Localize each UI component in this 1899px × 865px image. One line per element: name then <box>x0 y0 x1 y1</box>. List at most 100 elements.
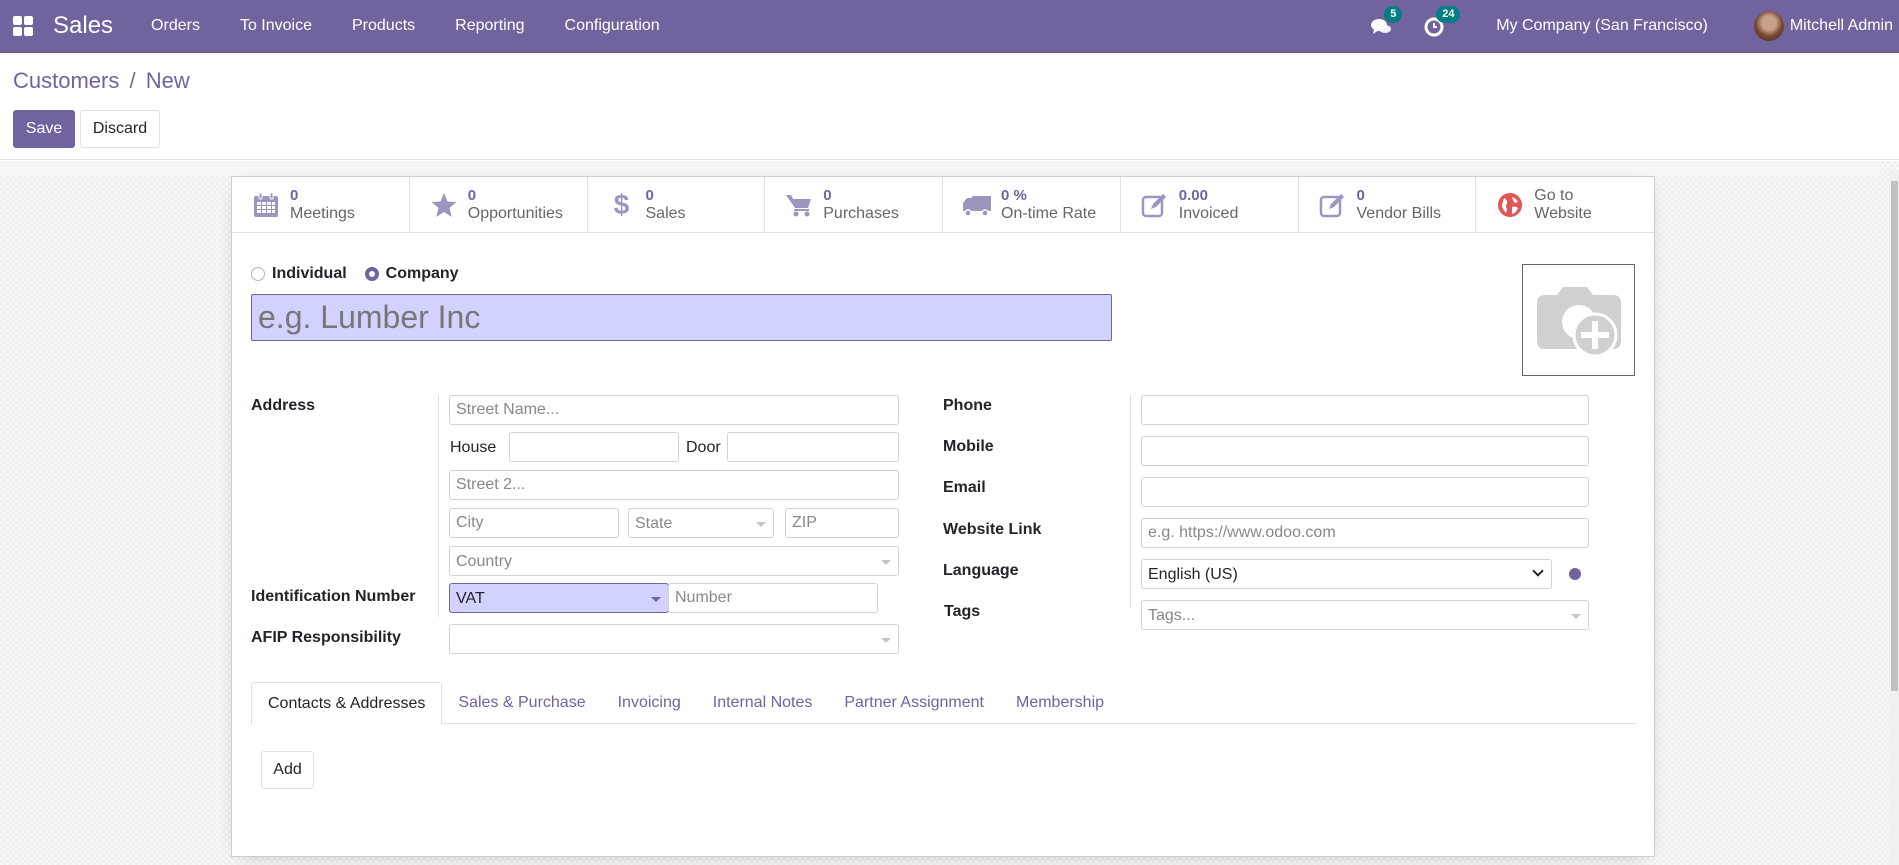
user-name: Mitchell Admin <box>1789 17 1893 34</box>
left-group-divider <box>438 395 439 617</box>
breadcrumb-customers[interactable]: Customers <box>13 68 119 93</box>
street2-input[interactable] <box>449 470 899 500</box>
vendor-bills-button[interactable]: 0 Vendor Bills <box>1299 177 1477 232</box>
opportunities-button[interactable]: 0 Opportunities <box>410 177 588 232</box>
country-select[interactable]: Country <box>449 546 899 576</box>
notebook-tabs: Contacts & Addresses Sales & Purchase In… <box>251 682 1636 725</box>
chevron-down-icon <box>1532 565 1544 577</box>
star-icon <box>429 190 459 220</box>
control-panel: Customers / New Save Discard <box>0 53 1899 160</box>
purchases-label: Purchases <box>823 204 899 222</box>
on-time-rate-button[interactable]: 0 % On-time Rate <box>943 177 1121 232</box>
house-label: House <box>450 439 497 456</box>
state-placeholder: State <box>635 515 673 532</box>
menu-products[interactable]: Products <box>332 17 435 35</box>
discard-button[interactable]: Discard <box>80 110 160 148</box>
go-to-website-button[interactable]: Go to Website <box>1476 177 1654 232</box>
app-name[interactable]: Sales <box>53 12 113 40</box>
sales-button[interactable]: $ 0 Sales <box>588 177 766 232</box>
calendar-icon <box>251 190 281 220</box>
form-content-area: 0 Meetings 0 Opportunities $ 0 Sales 0 Purch… <box>0 161 1899 865</box>
menu-to-invoice[interactable]: To Invoice <box>220 17 332 35</box>
caret-down-icon <box>756 522 766 527</box>
edit-icon <box>1318 190 1348 220</box>
invoiced-button[interactable]: 0.00 Invoiced <box>1121 177 1299 232</box>
user-menu[interactable]: Mitchell Admin <box>1753 11 1893 41</box>
tab-invoicing[interactable]: Invoicing <box>602 682 697 724</box>
tags-label: Tags <box>944 603 981 620</box>
door-input[interactable] <box>727 432 899 462</box>
state-select[interactable]: State <box>628 508 774 538</box>
phone-label: Phone <box>943 397 992 414</box>
language-value: English (US) <box>1148 566 1238 583</box>
save-button[interactable]: Save <box>13 110 75 148</box>
on-time-rate-value: 0 % <box>1001 186 1027 204</box>
street-input[interactable] <box>449 395 899 425</box>
meetings-count: 0 <box>290 186 299 204</box>
vendor-bills-label: Vendor Bills <box>1356 204 1442 222</box>
identification-number-input[interactable] <box>668 583 878 613</box>
vendor-bills-count: 0 <box>1356 186 1365 204</box>
afip-responsibility-label: AFIP Responsibility <box>251 629 401 646</box>
meetings-button[interactable]: 0 Meetings <box>232 177 410 232</box>
add-contact-button[interactable]: Add <box>261 751 314 789</box>
language-label: Language <box>943 562 1019 579</box>
company-name-input[interactable] <box>251 294 1112 341</box>
radio-individual-label[interactable]: Individual <box>272 265 347 283</box>
tab-partner-assignment[interactable]: Partner Assignment <box>828 682 1000 724</box>
company-switcher[interactable]: My Company (San Francisco) <box>1496 17 1708 35</box>
website-input[interactable] <box>1141 518 1589 548</box>
zip-input[interactable] <box>785 508 899 538</box>
meetings-label: Meetings <box>290 204 355 222</box>
scrollbar-thumb[interactable] <box>1891 181 1898 691</box>
city-input[interactable] <box>449 508 619 538</box>
language-globe-icon[interactable] <box>1569 568 1581 580</box>
apps-menu-icon[interactable] <box>13 16 33 36</box>
purchases-button[interactable]: 0 Purchases <box>765 177 943 232</box>
image-upload[interactable] <box>1522 264 1635 376</box>
tab-internal-notes[interactable]: Internal Notes <box>697 682 829 724</box>
sales-count: 0 <box>645 186 654 204</box>
invoiced-amount: 0.00 <box>1178 186 1208 204</box>
messages-badge: 5 <box>1384 6 1403 23</box>
form-sheet: 0 Meetings 0 Opportunities $ 0 Sales 0 Purch… <box>231 176 1655 857</box>
dollar-icon: $ <box>613 188 630 220</box>
mobile-label: Mobile <box>943 438 994 455</box>
menu-configuration[interactable]: Configuration <box>545 17 680 35</box>
website-label: Website <box>1534 204 1592 222</box>
caret-down-icon <box>651 597 661 602</box>
on-time-rate-label: On-time Rate <box>1001 204 1097 222</box>
tab-sales-purchase[interactable]: Sales & Purchase <box>442 682 601 724</box>
radio-individual[interactable] <box>251 267 265 281</box>
tab-membership[interactable]: Membership <box>1000 682 1120 724</box>
address-label: Address <box>251 397 316 414</box>
menu-reporting[interactable]: Reporting <box>435 17 544 35</box>
content-top-strip <box>0 161 1880 176</box>
tags-select[interactable]: Tags... <box>1141 600 1589 630</box>
tags-placeholder: Tags... <box>1148 607 1196 624</box>
invoiced-label: Invoiced <box>1178 204 1239 222</box>
radio-company[interactable] <box>364 267 379 281</box>
mobile-input[interactable] <box>1141 436 1589 466</box>
afip-responsibility-select[interactable] <box>449 624 899 654</box>
email-input[interactable] <box>1141 477 1589 507</box>
truck-icon <box>962 190 992 220</box>
activities-button[interactable]: 24 <box>1422 6 1461 38</box>
house-input[interactable] <box>509 432 679 462</box>
radio-company-label[interactable]: Company <box>386 265 459 283</box>
sales-label: Sales <box>645 204 686 222</box>
country-placeholder: Country <box>456 553 513 570</box>
messages-button[interactable]: 5 <box>1370 6 1403 38</box>
menu-orders[interactable]: Orders <box>131 17 220 35</box>
language-select[interactable]: English (US) <box>1141 559 1552 589</box>
cart-icon <box>784 190 814 220</box>
purchases-count: 0 <box>823 186 832 204</box>
caret-down-icon <box>1571 614 1581 619</box>
smart-button-box: 0 Meetings 0 Opportunities $ 0 Sales 0 Purch… <box>232 177 1654 233</box>
email-label: Email <box>943 479 986 496</box>
breadcrumb: Customers / New <box>13 68 190 94</box>
tab-contacts-addresses[interactable]: Contacts & Addresses <box>251 682 443 725</box>
phone-input[interactable] <box>1141 395 1589 425</box>
identification-number-label: Identification Number <box>251 588 416 605</box>
identification-type-select[interactable]: VAT <box>449 583 669 613</box>
